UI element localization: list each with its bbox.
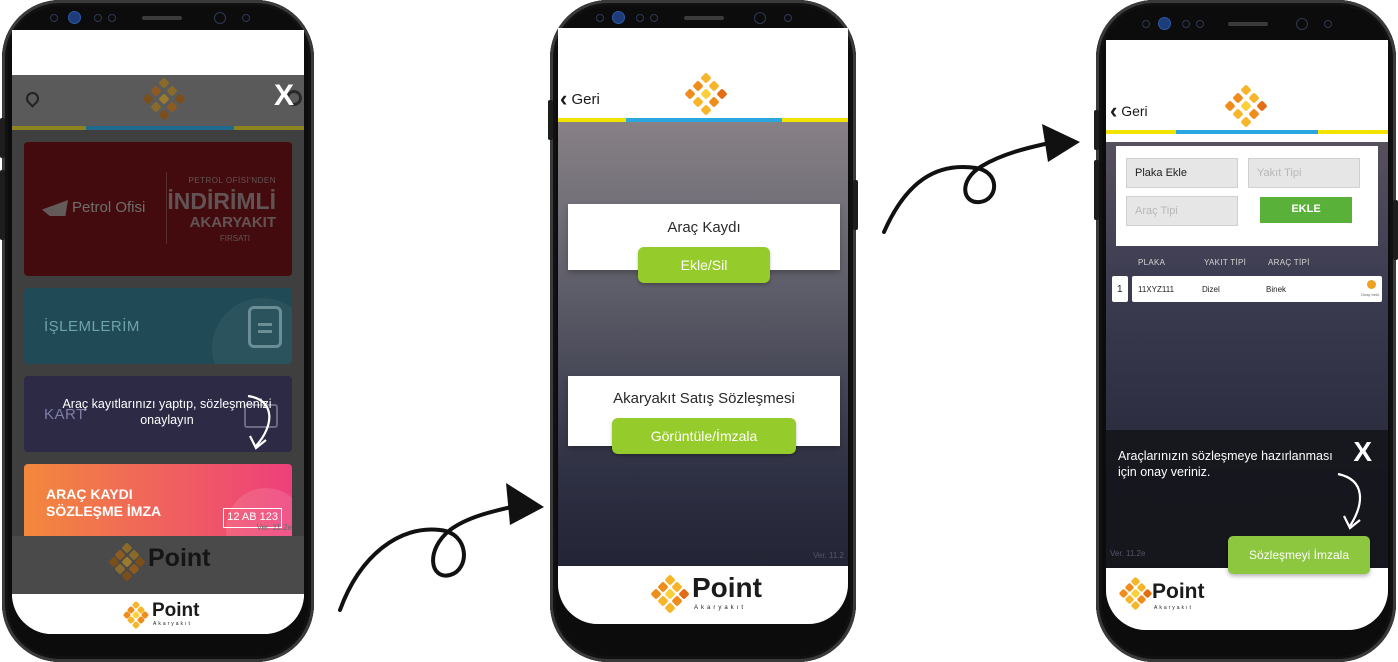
chevron-left-icon: ‹ — [560, 86, 568, 111]
status-text: Onay bekl. — [1360, 292, 1380, 297]
version-label: Ver. 11.2e — [256, 523, 292, 532]
phone-sensors — [1096, 14, 1396, 36]
table-row[interactable]: 11XYZ111 Dizel Binek Onay bekl. — [1132, 276, 1382, 302]
phone-sensors — [2, 8, 314, 30]
color-strip — [1106, 130, 1176, 134]
volume-button — [548, 100, 553, 140]
brand-subtitle: Akaryakıt — [153, 621, 192, 627]
arac-kaydi-line1: ARAÇ KAYDI — [46, 486, 133, 502]
app-header: ‹ Geri — [1106, 40, 1388, 142]
phone-sensors — [550, 8, 856, 30]
point-logo-icon — [1224, 84, 1268, 128]
color-strip — [1318, 130, 1388, 134]
islemlerim-label: İŞLEMLERİM — [44, 318, 140, 335]
footer-dimmed: Point — [12, 536, 304, 594]
power-button — [853, 180, 858, 230]
volume-button — [1094, 160, 1099, 220]
phone-frame-2: ‹ Geri Araç Kaydı Ekle/Sil Akaryakıt Sat… — [548, 0, 858, 662]
bottom-brand: Point Akaryakıt — [12, 594, 304, 634]
goruntule-imzala-button[interactable]: Görüntüle/İmzala — [612, 418, 796, 454]
plaka-input[interactable]: Plaka Ekle — [1126, 158, 1238, 188]
cell-plaka: 11XYZ111 — [1138, 285, 1175, 294]
point-logo-icon — [650, 574, 690, 614]
close-overlay-button[interactable]: X — [1353, 436, 1372, 468]
column-header-plaka: PLAKA — [1138, 258, 1166, 267]
cell-yakit: Dizel — [1202, 285, 1220, 294]
location-pin-icon[interactable] — [23, 89, 42, 108]
point-logo-icon — [122, 600, 150, 630]
color-strip — [626, 118, 782, 122]
point-logo-icon — [142, 77, 186, 121]
yakit-tipi-select[interactable]: Yakıt Tipi — [1248, 158, 1360, 188]
app-header: ‹ Geri — [558, 28, 848, 122]
brand-word: Point — [1152, 580, 1205, 603]
arac-kaydi-sozlesme-button[interactable]: ARAÇ KAYDI SÖZLEŞME İMZA 12 AB 123 — [24, 464, 292, 544]
point-logo-icon — [1118, 576, 1153, 611]
version-label: Ver. 11.2 — [813, 551, 844, 560]
back-button[interactable]: ‹ Geri — [560, 86, 600, 112]
back-label: Geri — [1121, 103, 1148, 119]
row-index: 1 — [1117, 284, 1123, 295]
brand-subtitle: Akaryakıt — [694, 605, 747, 611]
power-button — [1393, 200, 1398, 260]
close-overlay-button[interactable]: X — [274, 79, 294, 113]
color-strip — [1176, 130, 1318, 134]
phone-frame-3: ‹ Geri Plaka Ekle Yakıt Tipi Araç Tipi E… — [1094, 0, 1398, 662]
ekle-button[interactable]: EKLE — [1260, 197, 1352, 223]
app-header: X — [12, 75, 304, 129]
sozlesmeyi-imzala-button[interactable]: Sözleşmeyi İmzala — [1228, 536, 1370, 574]
phone-frame-1: X Petrol Ofisi PETROL OFİSİ'NDEN İNDİRİM… — [0, 0, 314, 662]
add-vehicle-form: Plaka Ekle Yakıt Tipi Araç Tipi EKLE — [1116, 146, 1378, 246]
ekle-sil-button[interactable]: Ekle/Sil — [638, 247, 770, 283]
brand-word: Point — [692, 572, 762, 603]
menu-area: Petrol Ofisi PETROL OFİSİ'NDEN İNDİRİMLİ… — [12, 130, 304, 544]
onboarding-tooltip: Araçlarınızın sözleşmeye hazırlanması iç… — [1118, 449, 1333, 479]
color-strip — [558, 118, 626, 122]
footer-brand: Point Akaryakıt — [558, 566, 848, 624]
back-label: Geri — [571, 91, 600, 108]
brand-word: Point — [148, 544, 211, 572]
tooltip-arrow-icon — [1337, 472, 1362, 530]
screen-1: X Petrol Ofisi PETROL OFİSİ'NDEN İNDİRİM… — [12, 30, 304, 634]
volume-button — [0, 118, 5, 158]
islemlerim-menu-item[interactable]: İŞLEMLERİM — [24, 288, 292, 364]
version-label: Ver. 11.2e — [1110, 549, 1146, 558]
brand-subtitle: Akaryakıt — [1154, 605, 1193, 611]
petrol-ofisi-banner[interactable]: Petrol Ofisi PETROL OFİSİ'NDEN İNDİRİMLİ… — [24, 142, 292, 276]
table-row-index: 1 — [1112, 276, 1128, 302]
column-header-arac-tipi: ARAÇ TİPİ — [1268, 258, 1310, 267]
brand-word: Point — [152, 600, 200, 621]
volume-button — [1094, 110, 1099, 150]
tooltip-arrow-icon — [247, 394, 271, 450]
point-logo-icon — [684, 72, 728, 116]
column-header-yakit-tipi: YAKIT TİPİ — [1204, 258, 1247, 267]
chevron-left-icon: ‹ — [1110, 98, 1118, 123]
point-logo-icon — [108, 542, 146, 582]
sozlesme-title: Akaryakıt Satış Sözleşmesi — [613, 390, 795, 407]
cell-arac: Binek — [1266, 285, 1287, 294]
arac-kaydi-line2: SÖZLEŞME İMZA — [46, 503, 162, 519]
screen-2: ‹ Geri Araç Kaydı Ekle/Sil Akaryakıt Sat… — [558, 28, 848, 624]
screen-3: ‹ Geri Plaka Ekle Yakıt Tipi Araç Tipi E… — [1106, 40, 1388, 630]
document-icon — [248, 306, 282, 348]
arac-kaydi-title: Araç Kaydı — [667, 219, 741, 236]
flow-arrow-icon — [882, 124, 1080, 234]
footer-brand: Point Akaryakıt — [1106, 568, 1388, 630]
color-strip — [782, 118, 848, 122]
arac-tipi-select[interactable]: Araç Tipi — [1126, 196, 1238, 226]
back-button[interactable]: ‹ Geri — [1110, 98, 1148, 124]
volume-button — [0, 170, 5, 240]
arac-kaydi-label: ARAÇ KAYDI SÖZLEŞME İMZA — [46, 486, 161, 520]
flow-arrow-icon — [338, 483, 544, 612]
dim-overlay — [24, 142, 292, 276]
pending-status-dot-icon — [1367, 280, 1376, 289]
